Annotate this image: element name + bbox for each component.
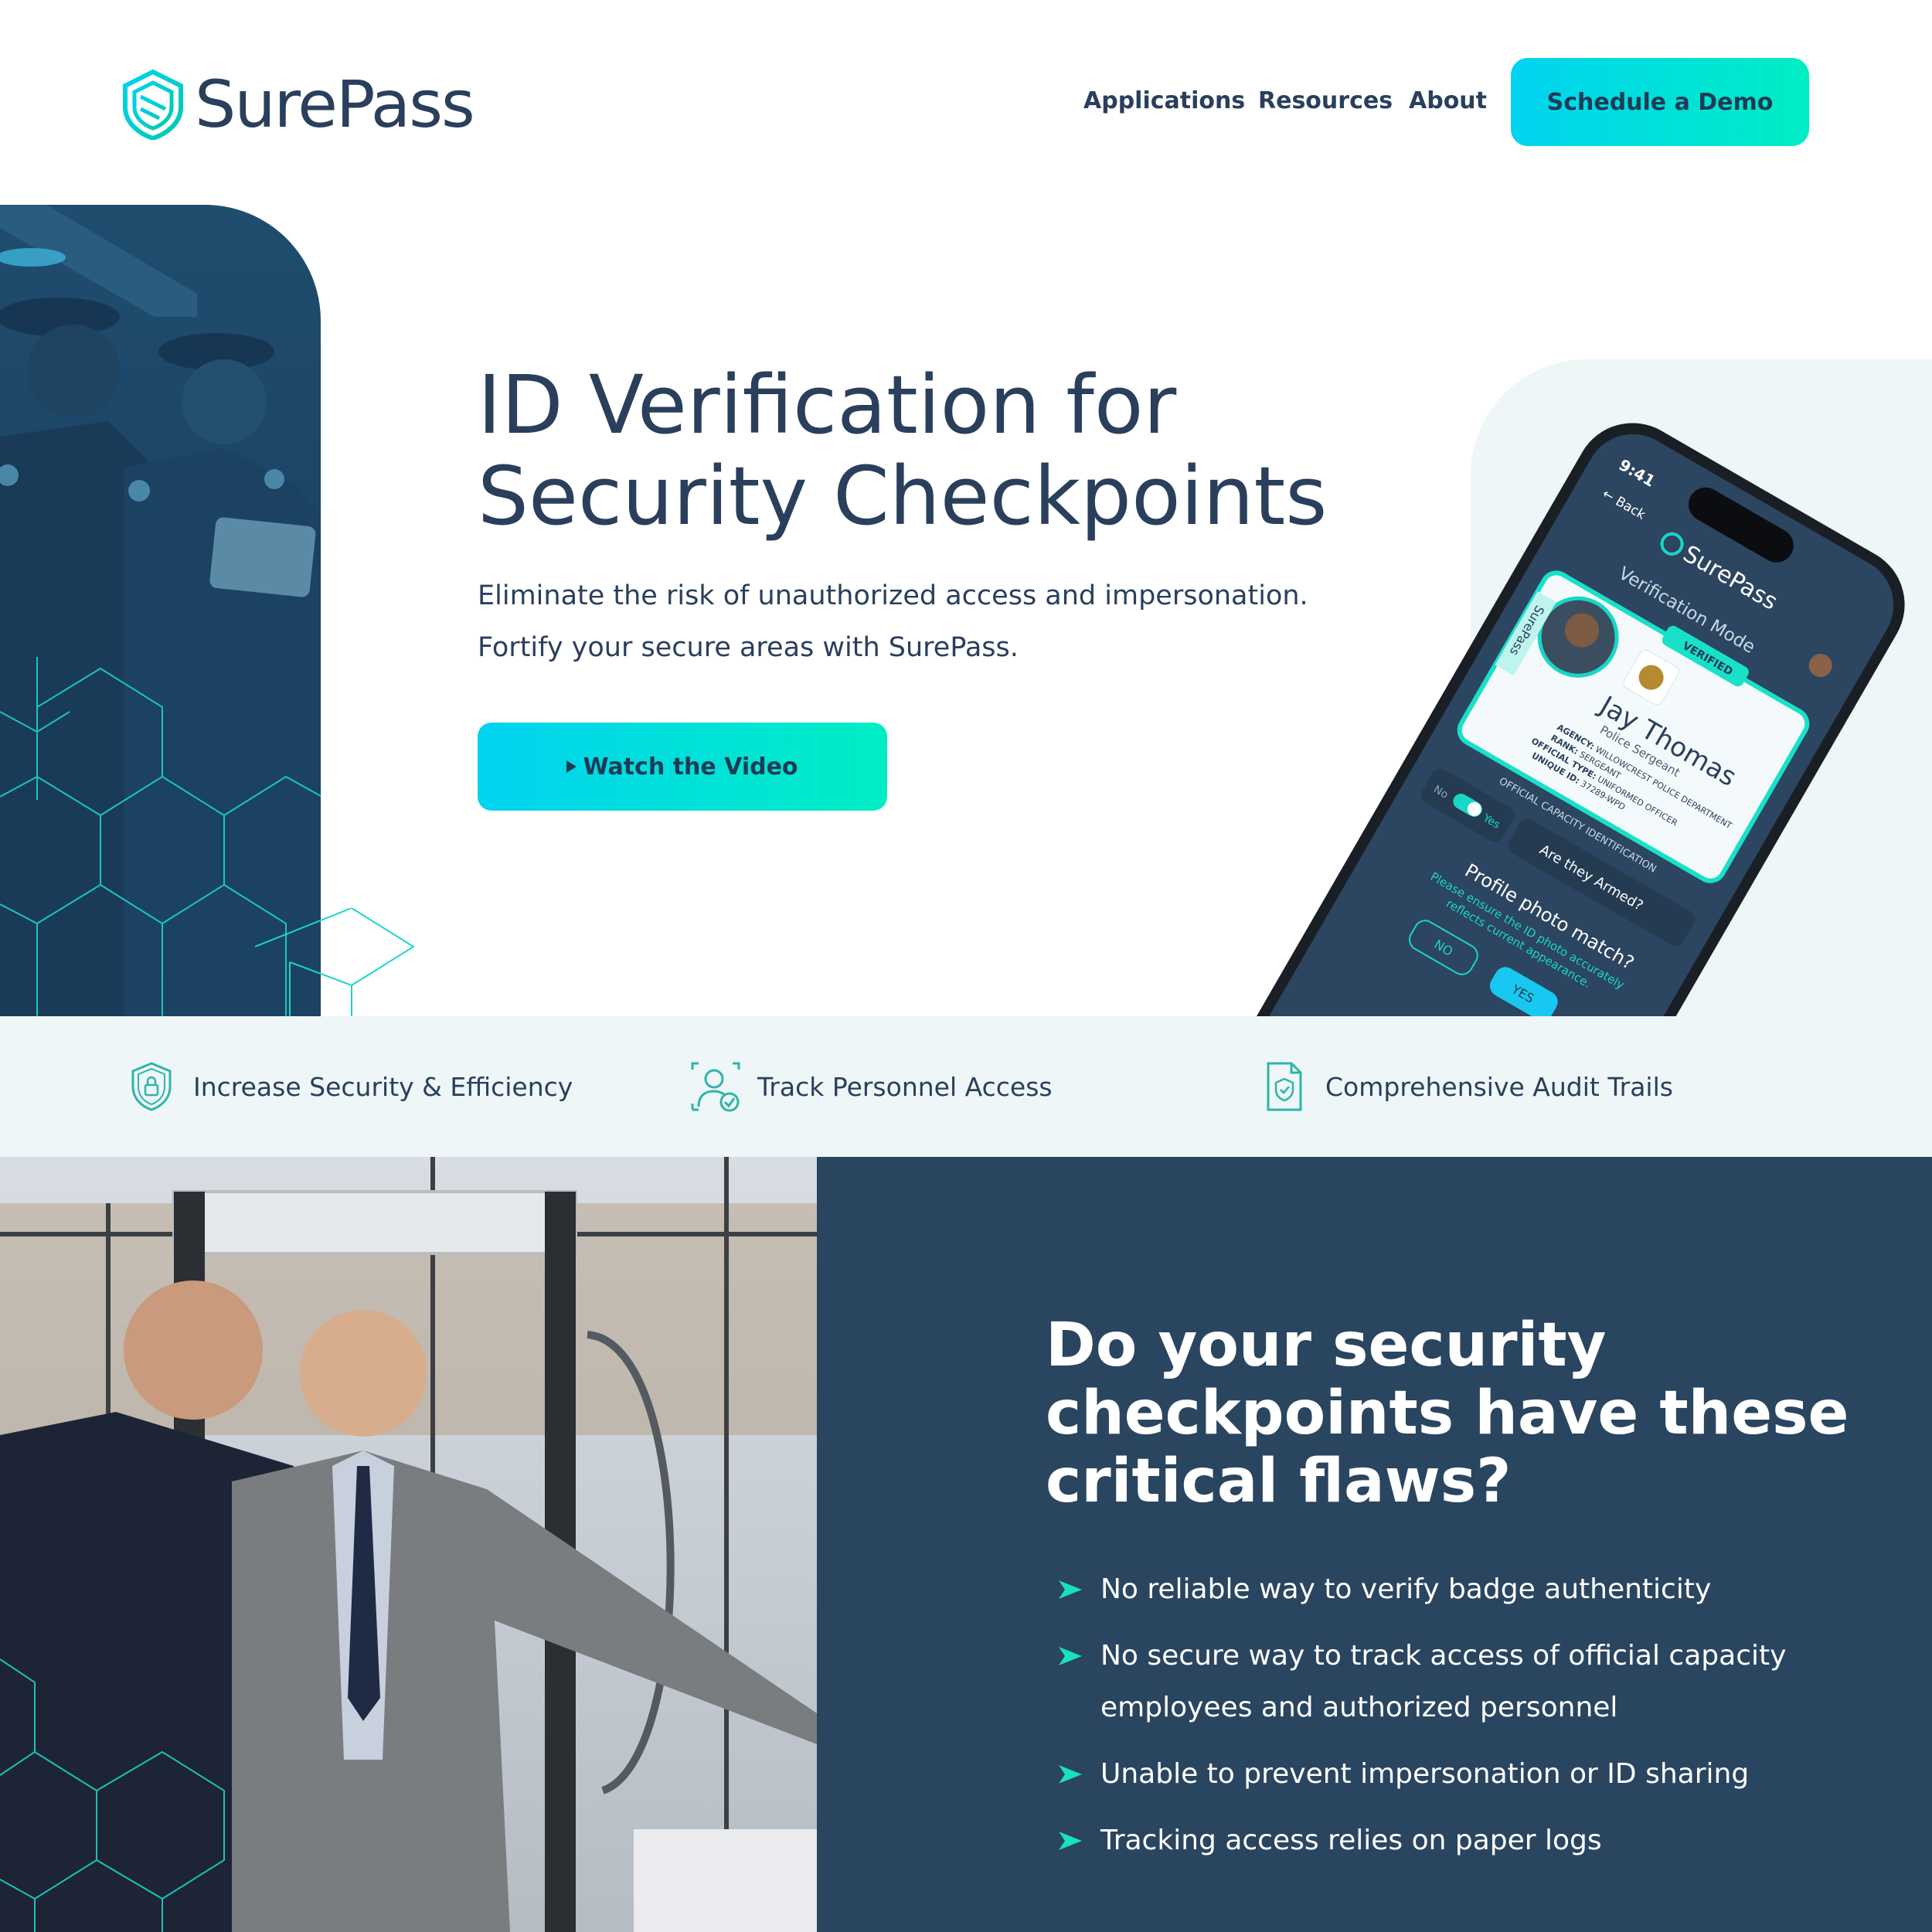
hero-officers-photo (0, 205, 321, 1016)
flaws-title-line3: critical flaws? (1046, 1447, 1512, 1516)
list-item: No reliable way to verify badge authenti… (1057, 1563, 1830, 1615)
feature-security: Increase Security & Efficiency (124, 1016, 573, 1157)
document-shield-icon (1267, 1062, 1302, 1111)
checkpoint-photo (0, 1157, 817, 1932)
list-item: Unable to prevent impersonation or ID sh… (1057, 1748, 1830, 1800)
shield-lock-icon (131, 1062, 172, 1111)
user-check-icon (691, 1062, 740, 1112)
feature-tracking-label: Track Personnel Access (757, 1071, 1053, 1102)
watch-video-button[interactable]: Watch the Video (478, 723, 887, 811)
flaw-text: Tracking access relies on paper logs (1100, 1825, 1602, 1856)
flaws-title: Do your security checkpoints have these … (1046, 1311, 1857, 1515)
arrow-icon (1059, 1832, 1082, 1850)
flaws-title-line2: checkpoints have these (1046, 1379, 1849, 1448)
checkpoint-illustration (0, 1157, 817, 1932)
officers-illustration (0, 205, 321, 1016)
arrow-icon (1059, 1647, 1082, 1665)
surepass-logo[interactable]: SurePass (122, 66, 475, 142)
flaw-text: No reliable way to verify badge authenti… (1100, 1573, 1712, 1605)
shield-logo-icon (123, 69, 183, 140)
watch-video-label: Watch the Video (583, 753, 798, 781)
hero-title-line1: ID Verification for (478, 358, 1177, 452)
phone-mockup: 9:41 ← Back SurePass Verification Mode V… (1246, 423, 1905, 1016)
hero-subtitle-line2: Fortify your secure areas with SurePass. (478, 632, 1019, 663)
feature-strip: Increase Security & Efficiency Track Per… (0, 1016, 1932, 1157)
play-icon (566, 760, 577, 773)
feature-tracking: Track Personnel Access (688, 1016, 1053, 1157)
schedule-demo-button[interactable]: Schedule a Demo (1511, 58, 1809, 146)
nav-about[interactable]: About (1409, 87, 1487, 114)
brand-name: SurePass (195, 66, 475, 142)
flaws-list: No reliable way to verify badge authenti… (1057, 1563, 1830, 1881)
hex-pattern-decoration (255, 908, 415, 1016)
flaws-title-line1: Do your security (1046, 1311, 1607, 1380)
list-item: No secure way to track access of officia… (1057, 1630, 1830, 1733)
site-header: SurePass Applications Resources About Sc… (0, 0, 1932, 205)
arrow-icon (1059, 1580, 1082, 1599)
nav-applications[interactable]: Applications (1083, 87, 1245, 114)
flaw-text: Unable to prevent impersonation or ID sh… (1100, 1758, 1750, 1790)
feature-security-label: Increase Security & Efficiency (193, 1071, 573, 1102)
feature-audit: Comprehensive Audit Trails (1256, 1016, 1673, 1157)
flaw-text: No secure way to track access of officia… (1100, 1640, 1787, 1723)
feature-audit-label: Comprehensive Audit Trails (1325, 1071, 1673, 1102)
list-item: Tracking access relies on paper logs (1057, 1815, 1830, 1866)
arrow-icon (1059, 1765, 1082, 1784)
nav-resources[interactable]: Resources (1258, 87, 1393, 114)
